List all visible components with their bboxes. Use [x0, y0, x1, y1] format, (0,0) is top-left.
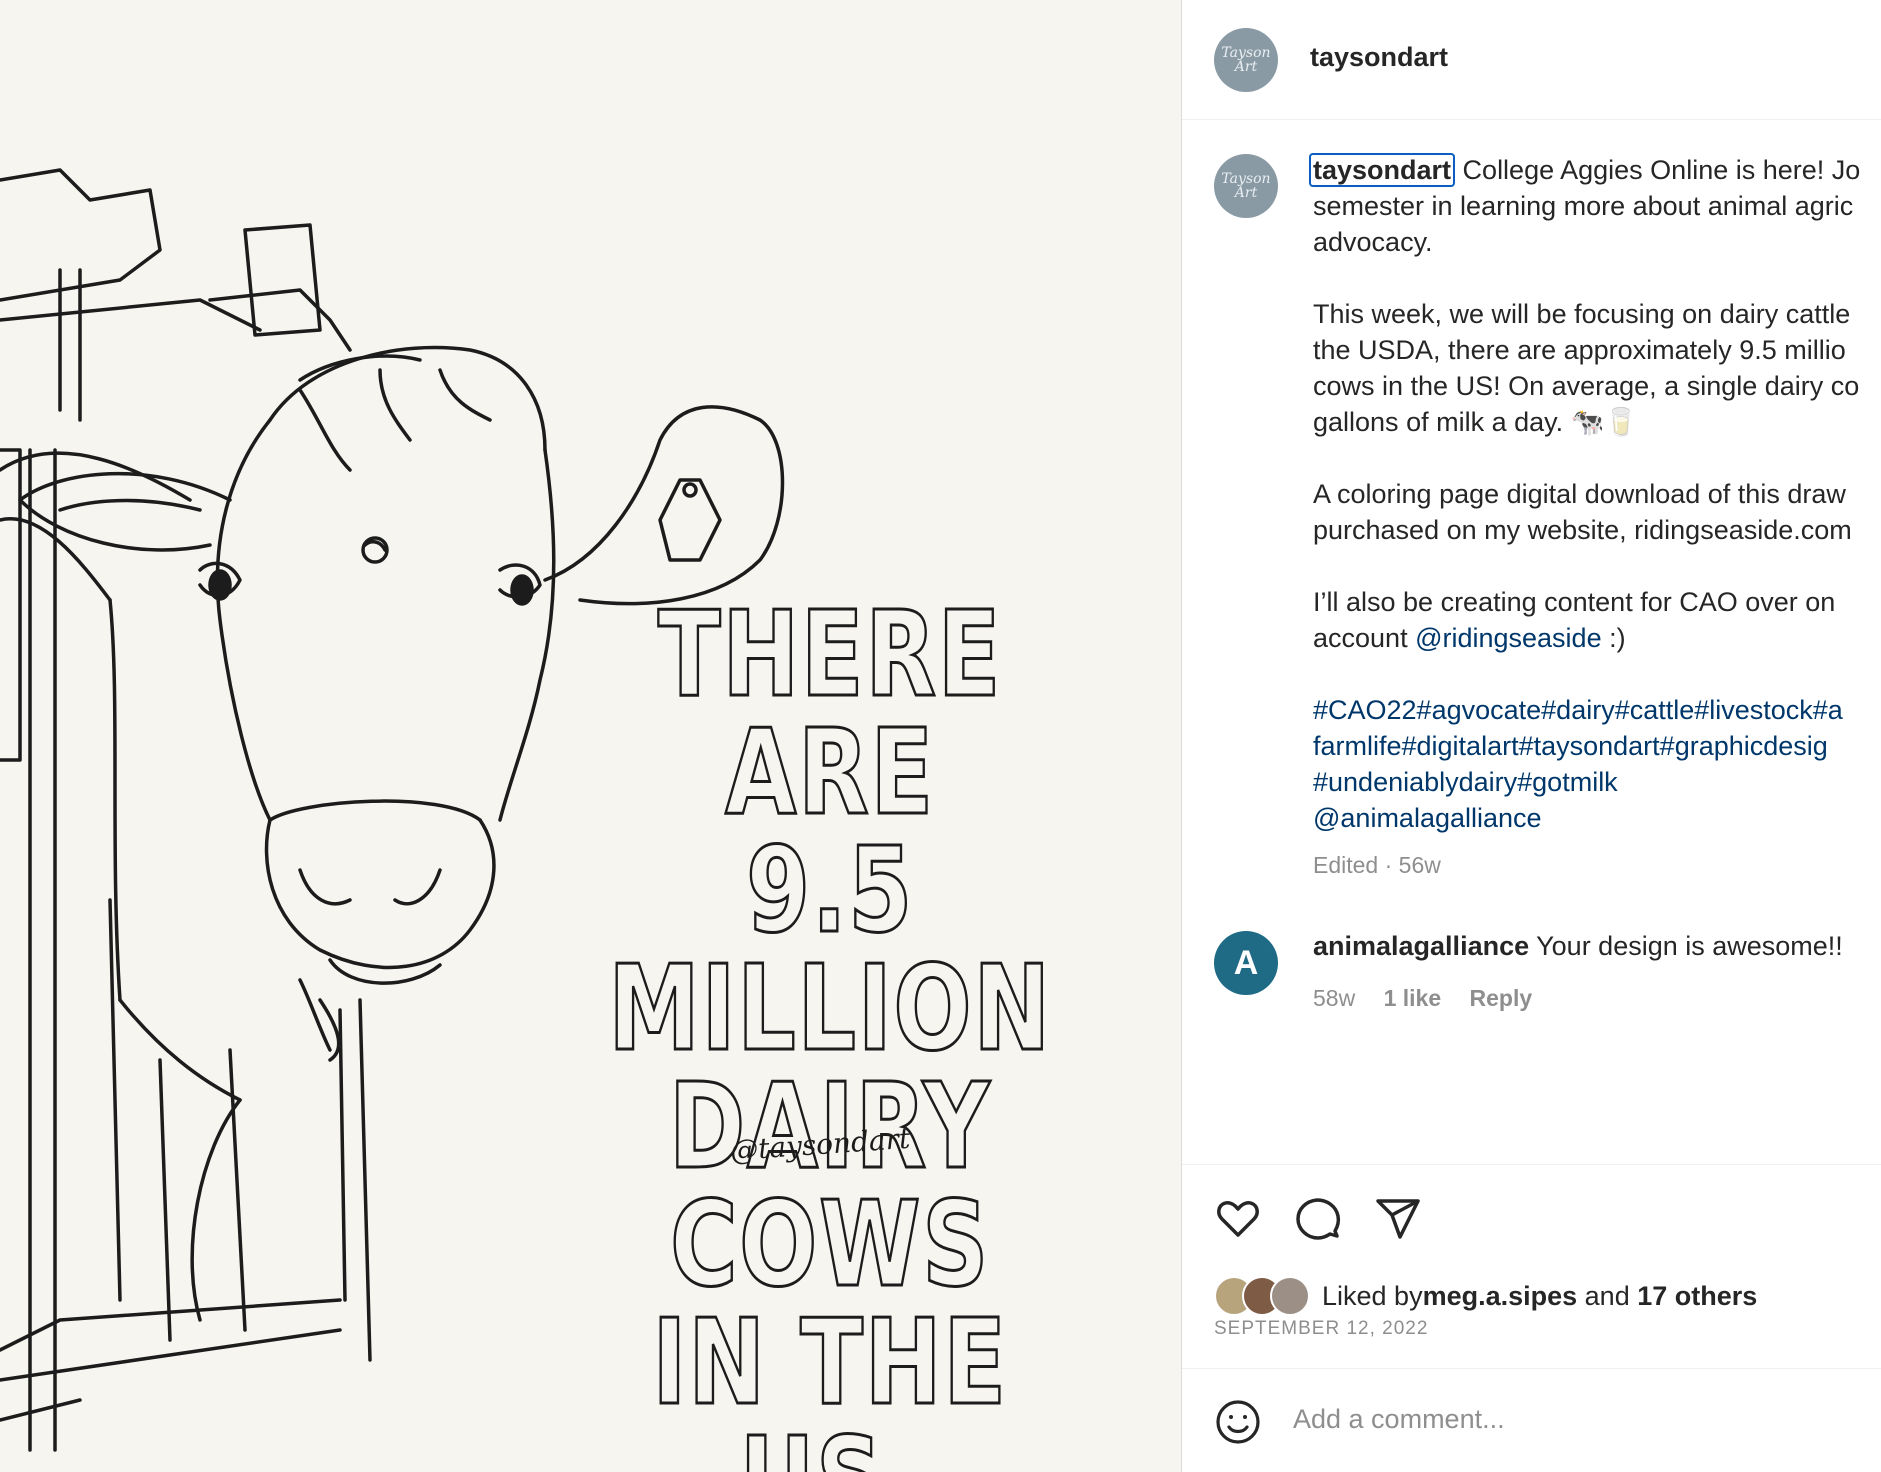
post-date[interactable]: SEPTEMBER 12, 2022 [1214, 1318, 1428, 1340]
add-comment-input[interactable]: Add a comment... [1293, 1404, 1505, 1435]
post-sidebar: Tayson Art taysondart Tayson Art taysond… [1181, 0, 1881, 1472]
post-header: Tayson Art taysondart [1182, 0, 1881, 120]
comment-icon[interactable] [1294, 1195, 1342, 1243]
comment-time: 58w [1313, 985, 1356, 1011]
likes-others-link[interactable]: 17 others [1637, 1281, 1757, 1312]
header-avatar[interactable]: Tayson Art [1214, 28, 1278, 92]
poster-headline: THERE ARE 9.5 MILLION DAIRY COWS IN THE … [540, 585, 1120, 1472]
caption-paragraph-4-end: :) [1601, 623, 1626, 653]
liker-avatars [1214, 1276, 1314, 1316]
comment-text: Your design is awesome!! [1536, 931, 1843, 961]
mention-link[interactable]: @ridingseaside [1415, 623, 1602, 653]
comment: animalagalliance Your design is awesome!… [1313, 931, 1843, 962]
likes-middle: and [1577, 1280, 1638, 1311]
liker-avatar [1270, 1276, 1310, 1316]
comment-avatar[interactable]: A [1214, 931, 1278, 995]
comment-likes[interactable]: 1 like [1384, 985, 1442, 1011]
likes-prefix: Liked by [1322, 1280, 1423, 1311]
emoji-icon[interactable] [1214, 1398, 1262, 1446]
caption-paragraph-3: A coloring page digital download of this… [1313, 479, 1852, 545]
header-username[interactable]: taysondart [1310, 42, 1448, 73]
post-image[interactable]: THERE ARE 9.5 MILLION DAIRY COWS IN THE … [0, 0, 1181, 1472]
liker-username[interactable]: meg.a.sipes [1423, 1281, 1578, 1312]
comment-username[interactable]: animalagalliance [1313, 931, 1529, 961]
hashtag-list[interactable]: #CAO22#agvocate#dairy#cattle#livestock#a… [1313, 695, 1843, 833]
edited-timestamp: Edited · 56w [1313, 852, 1441, 878]
heart-icon[interactable] [1214, 1195, 1262, 1243]
post-caption: taysondart College Aggies Online is here… [1309, 152, 1881, 836]
poster-line-4: IN THE US. [651, 1293, 1008, 1472]
likes-summary: Liked by meg.a.sipes and 17 others [1214, 1276, 1757, 1316]
poster-line-2: 9.5 MILLION [607, 821, 1052, 1077]
actions-divider [1182, 1164, 1881, 1165]
caption-avatar[interactable]: Tayson Art [1214, 154, 1278, 218]
caption-username[interactable]: taysondart [1309, 153, 1456, 187]
caption-paragraph-2: This week, we will be focusing on dairy … [1313, 299, 1860, 437]
poster-line-1: THERE ARE [657, 585, 1003, 841]
comment-reply-button[interactable]: Reply [1470, 985, 1533, 1011]
share-icon[interactable] [1374, 1195, 1422, 1243]
comment-divider [1182, 1368, 1881, 1369]
comment-meta: 58w 1 like Reply [1313, 985, 1554, 1012]
poster-line-3: DAIRY COWS [668, 1057, 992, 1313]
